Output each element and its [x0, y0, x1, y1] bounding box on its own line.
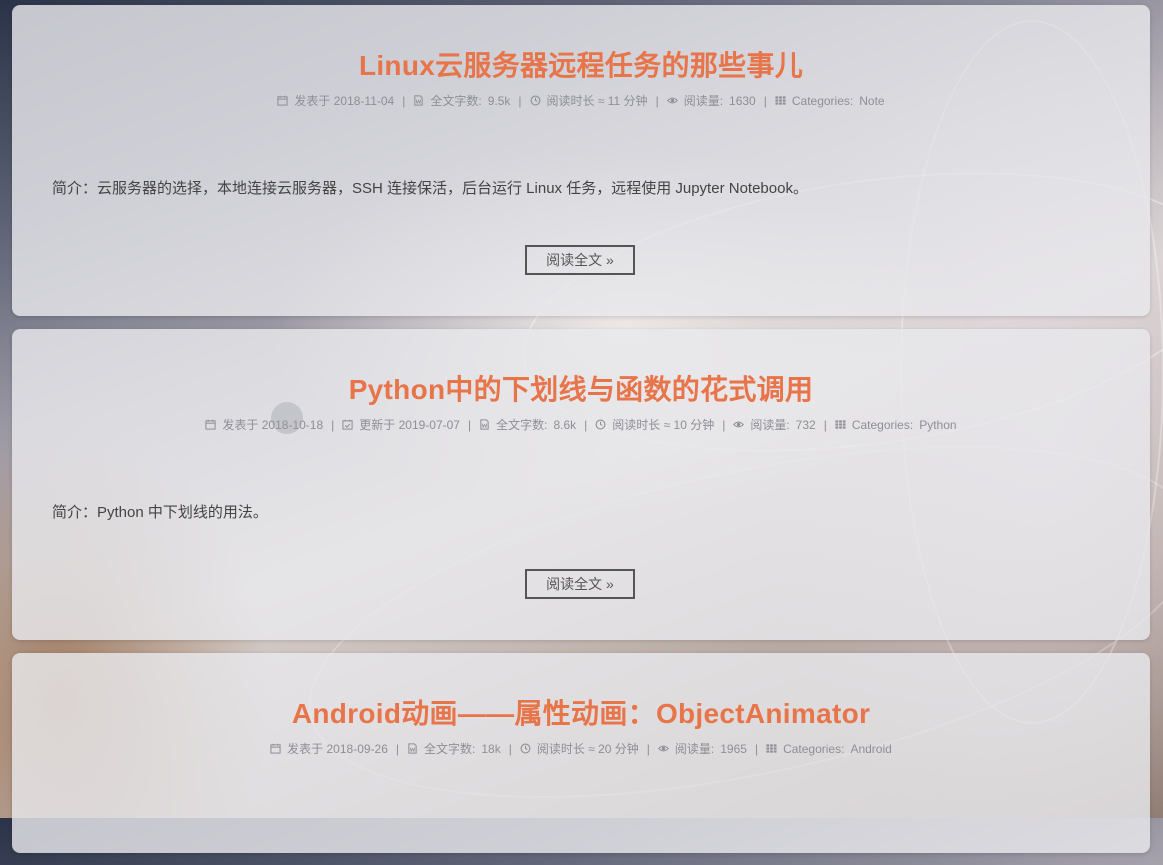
meta-divider: |	[722, 418, 726, 432]
click-ripple	[271, 402, 303, 434]
post-updated: 更新于 2019-07-07	[342, 417, 460, 433]
meta-divider: |	[402, 94, 406, 108]
post-date: 发表于 2018-10-18	[205, 417, 323, 433]
grid-icon	[766, 743, 777, 754]
calendar-icon	[277, 95, 288, 106]
calendar-icon	[205, 419, 216, 430]
post-card: Linux云服务器远程任务的那些事儿 发表于 2018-11-04 | 全文字数: 9…	[12, 5, 1150, 316]
meta-divider: |	[508, 742, 512, 756]
calendar-check-icon	[342, 419, 353, 430]
post-readtime: 阅读时长 ≈ 10 分钟	[595, 417, 714, 433]
grid-icon	[775, 95, 786, 106]
eye-icon	[733, 419, 744, 430]
meta-divider: |	[467, 418, 472, 432]
post-date: 发表于 2018-11-04	[277, 93, 394, 109]
grid-icon	[835, 419, 846, 430]
post-wordcount: 全文字数: 18k	[407, 741, 501, 757]
post-excerpt: 简介：云服务器的选择，本地连接云服务器，SSH 连接保活，后台运行 Linux …	[52, 180, 808, 197]
meta-divider: |	[763, 94, 767, 108]
post-date: 发表于 2018-09-26	[270, 741, 388, 757]
post-views: 阅读量: 1630	[667, 93, 756, 109]
post-category: Categories: Note	[775, 93, 885, 109]
category-link[interactable]: Android	[850, 742, 891, 756]
file-word-icon	[479, 419, 490, 430]
meta-divider: |	[395, 742, 400, 756]
category-link[interactable]: Python	[919, 418, 956, 432]
post-readtime: 阅读时长 ≈ 11 分钟	[530, 93, 648, 109]
post-wordcount: 全文字数: 8.6k	[479, 417, 576, 433]
post-title[interactable]: Linux云服务器远程任务的那些事儿	[12, 49, 1150, 83]
category-link[interactable]: Note	[859, 94, 884, 108]
meta-divider: |	[823, 418, 827, 432]
post-meta: 发表于 2018-10-18 | 更新于 2019-07-07 | 全文字数: 8.6k |…	[12, 417, 1150, 433]
meta-divider: |	[754, 742, 759, 756]
meta-divider: |	[518, 94, 522, 108]
post-views: 阅读量: 1965	[658, 741, 747, 757]
post-category: Categories: Android	[766, 741, 892, 757]
post-title[interactable]: Android动画——属性动画：ObjectAnimator	[12, 697, 1150, 731]
file-word-icon	[413, 95, 424, 106]
meta-divider: |	[331, 418, 335, 432]
calendar-icon	[270, 743, 281, 754]
post-views: 阅读量: 732	[733, 417, 816, 433]
post-card: Python中的下划线与函数的花式调用 发表于 2018-10-18 | 更新于 2…	[12, 329, 1150, 640]
clock-icon	[530, 95, 541, 106]
post-card: Android动画——属性动画：ObjectAnimator 发表于 2018-…	[12, 653, 1150, 853]
file-word-icon	[407, 743, 418, 754]
clock-icon	[520, 743, 531, 754]
meta-divider: |	[584, 418, 588, 432]
meta-divider: |	[655, 94, 659, 108]
post-title[interactable]: Python中的下划线与函数的花式调用	[12, 373, 1150, 407]
clock-icon	[595, 419, 606, 430]
post-category: Categories: Python	[835, 417, 957, 433]
post-meta: 发表于 2018-11-04 | 全文字数: 9.5k | 阅读时长 ≈ 11 分钟 | 阅读…	[12, 93, 1150, 109]
eye-icon	[658, 743, 669, 754]
read-more-button[interactable]: 阅读全文 »	[525, 245, 635, 275]
read-more-button[interactable]: 阅读全文 »	[525, 569, 635, 599]
eye-icon	[667, 95, 678, 106]
post-readtime: 阅读时长 ≈ 20 分钟	[520, 741, 639, 757]
post-wordcount: 全文字数: 9.5k	[413, 93, 510, 109]
post-excerpt: 简介：Python 中下划线的用法。	[52, 504, 268, 521]
post-meta: 发表于 2018-09-26 | 全文字数: 18k | 阅读时长 ≈ 20 分钟 | 阅读量…	[12, 741, 1150, 757]
meta-divider: |	[646, 742, 650, 756]
